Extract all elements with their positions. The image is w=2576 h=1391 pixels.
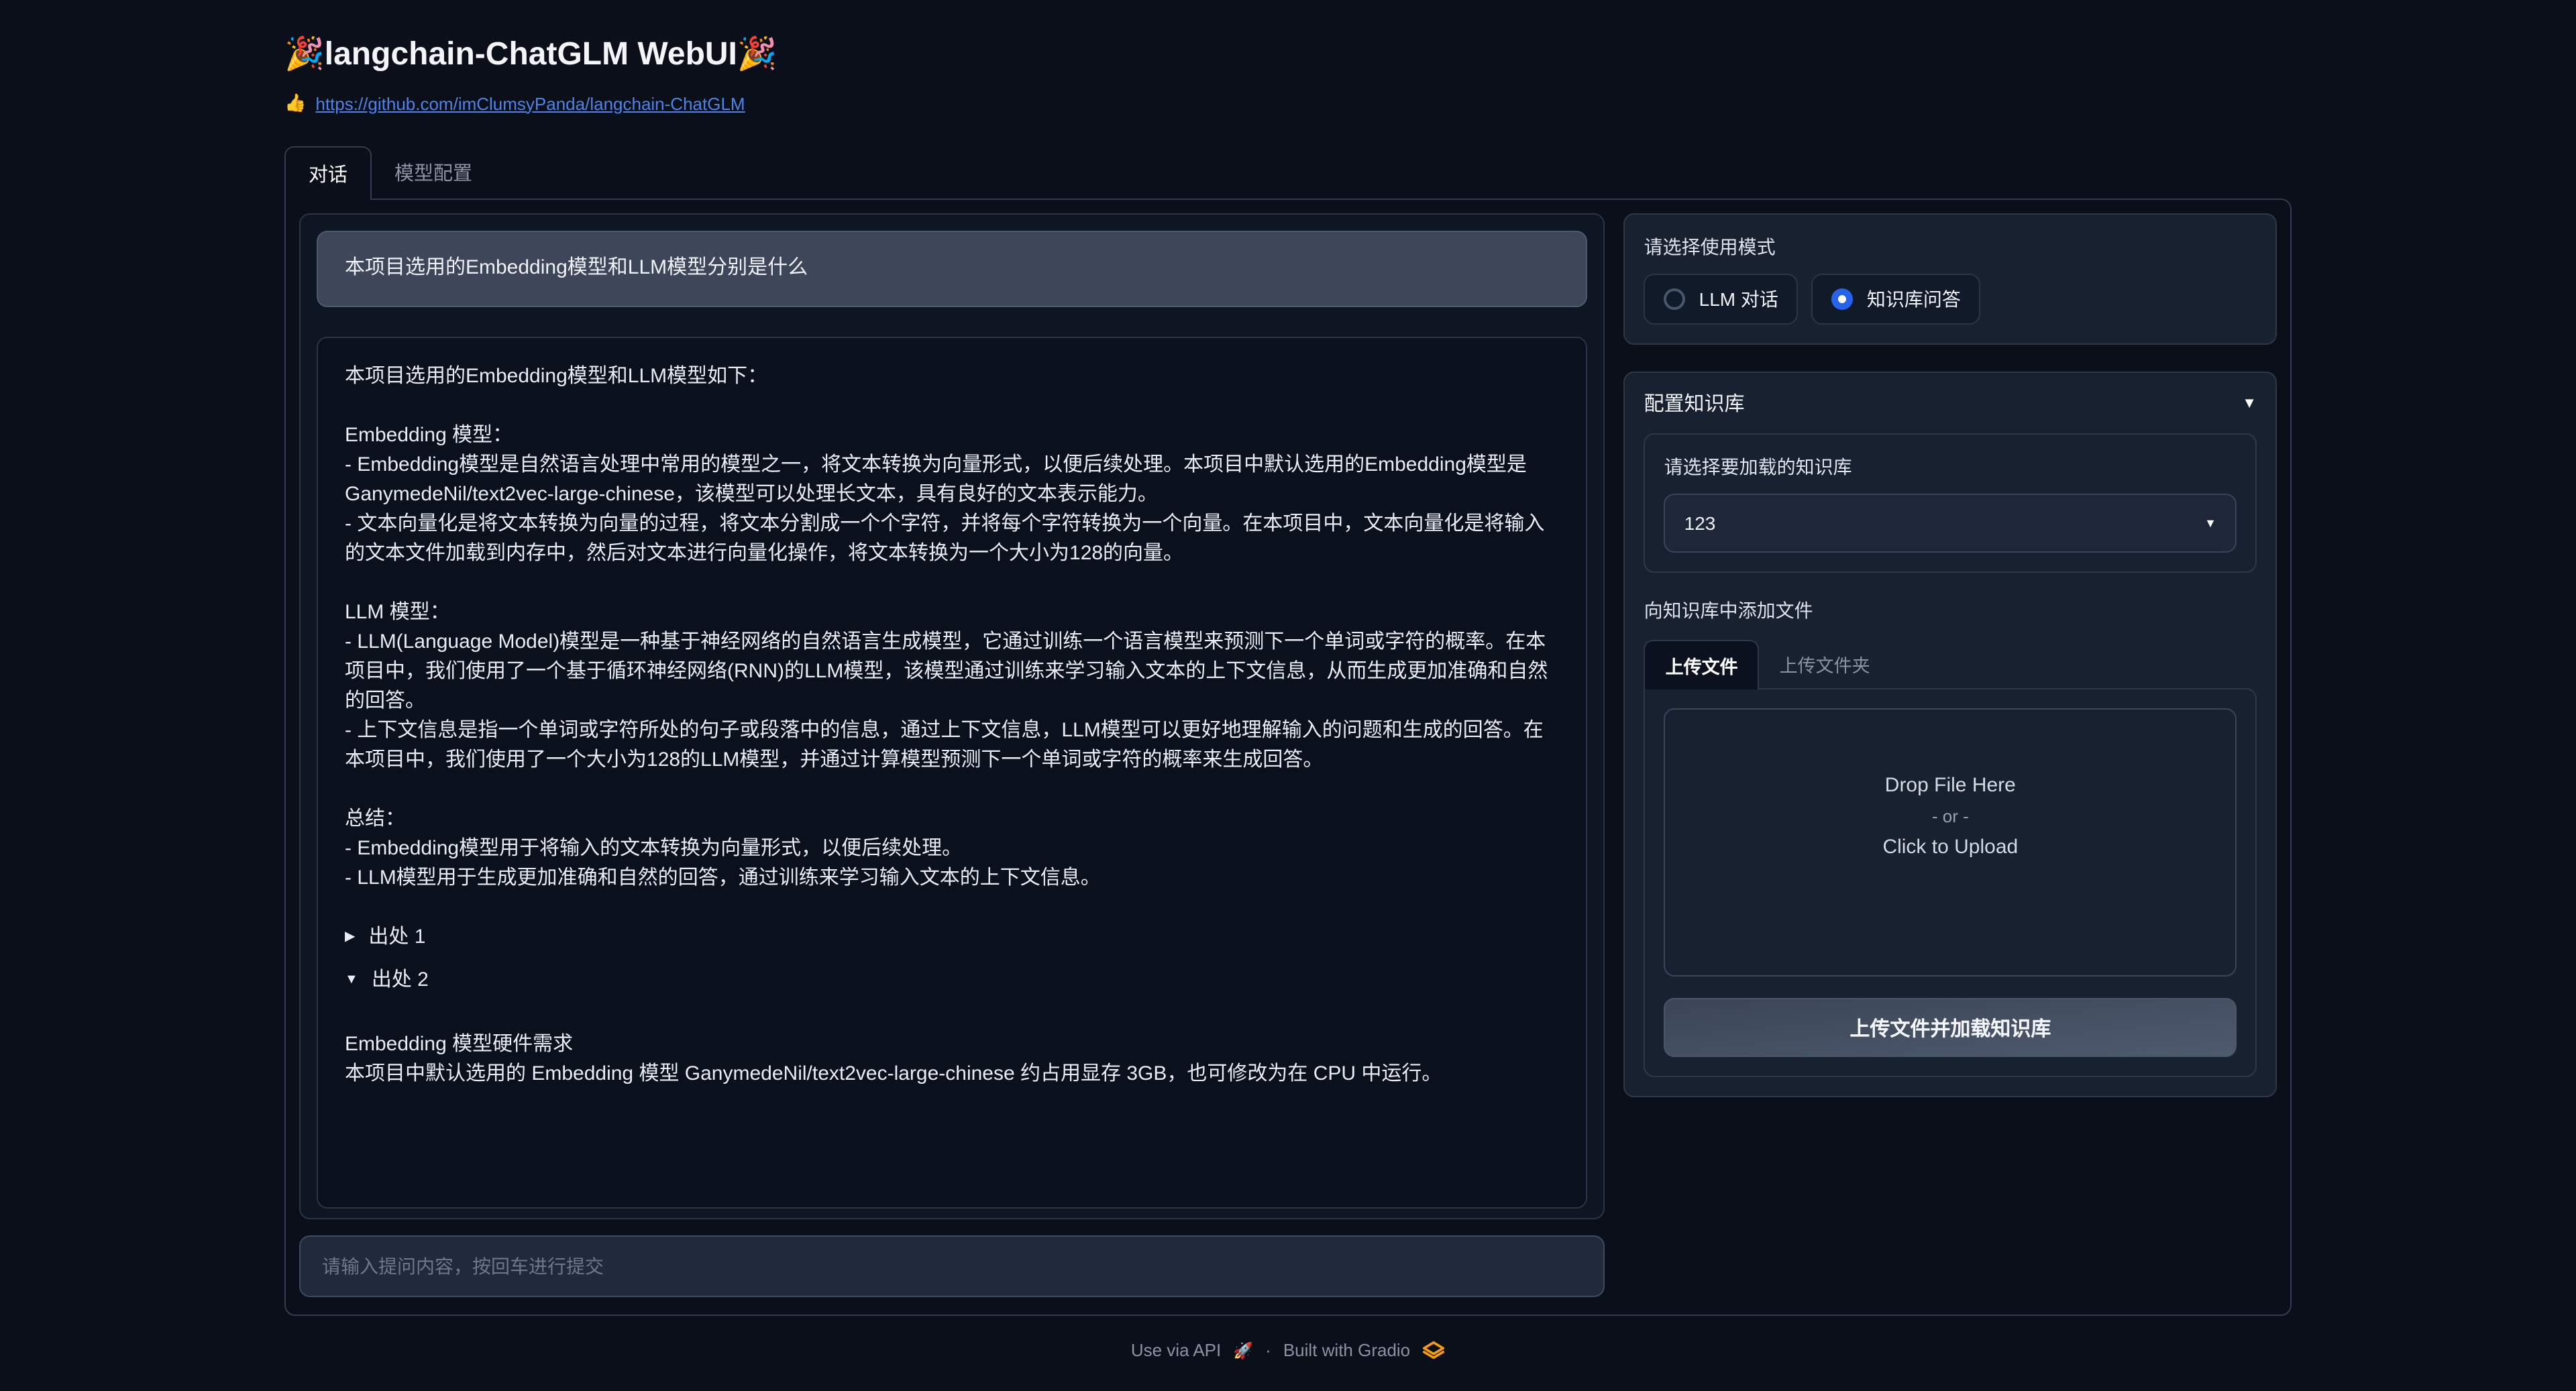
kb-panel-header[interactable]: 配置知识库 ▼ [1644,389,2257,417]
upload-tabnav: 上传文件 上传文件夹 [1644,640,2257,688]
tab-upload-file[interactable]: 上传文件 [1644,640,1760,689]
app-root: 🎉langchain-ChatGLM WebUI🎉 👍 https://gith… [0,0,2576,1391]
tab-model-config[interactable]: 模型配置 [372,146,495,199]
dropzone-line2: - or - [1932,805,1969,826]
knowledge-base-panel: 配置知识库 ▼ 请选择要加载的知识库 123 ▼ 向知识库中添加文件 上传文 [1624,372,2277,1097]
file-dropzone[interactable]: Drop File Here - or - Click to Upload [1664,708,2237,977]
kb-dropdown-value: 123 [1684,512,1716,534]
built-with-gradio-link[interactable]: Built with Gradio [1283,1340,1410,1360]
repo-row: 👍 https://github.com/imClumsyPanda/langc… [284,93,2292,114]
mode-radio-group: LLM 对话 知识库问答 [1644,274,2257,325]
source-2-content: Embedding 模型硬件需求 本项目中默认选用的 Embedding 模型 … [345,1031,1560,1090]
thumbs-up-icon: 👍 [284,93,306,114]
page-title: 🎉langchain-ChatGLM WebUI🎉 [284,35,2292,74]
settings-column: 请选择使用模式 LLM 对话 知识库问答 配置知识库 [1624,213,2277,1301]
use-via-api-link[interactable]: Use via API [1131,1340,1221,1360]
radio-knowledge-qa-label: 知识库问答 [1867,286,1961,313]
bot-paragraph: Embedding 模型： - Embedding模型是自然语言处理中常用的模型… [345,421,1560,568]
upload-and-load-kb-button[interactable]: 上传文件并加载知识库 [1664,998,2237,1057]
chat-input[interactable] [299,1235,1605,1297]
radio-unselected-icon [1664,288,1686,310]
radio-llm-chat[interactable]: LLM 对话 [1644,274,1799,325]
main-tabnav: 对话 模型配置 [284,146,2292,199]
upload-tab-panel: Drop File Here - or - Click to Upload 上传… [1644,688,2257,1077]
mode-panel-label: 请选择使用模式 [1644,233,2257,260]
chat-column: 本项目选用的Embedding模型和LLM模型分别是什么 本项目选用的Embed… [299,213,1605,1301]
collapsed-arrow-icon: ▶ [345,928,355,948]
source-2-label: 出处 2 [372,966,429,996]
gradio-logo-icon [1422,1340,1445,1360]
kb-select-box: 请选择要加载的知识库 123 ▼ [1644,433,2257,573]
user-message-bubble: 本项目选用的Embedding模型和LLM模型分别是什么 [317,231,1588,307]
footer-separator: · [1265,1340,1271,1360]
bot-paragraph: 本项目选用的Embedding模型和LLM模型如下： [345,361,1560,391]
dropzone-line3: Click to Upload [1882,835,2018,858]
collapse-icon: ▼ [2242,395,2257,411]
add-files-label: 向知识库中添加文件 [1644,597,2257,624]
radio-llm-chat-label: LLM 对话 [1699,286,1778,313]
source-1-toggle[interactable]: ▶ 出处 1 [345,923,1560,952]
chat-tab-panel: 本项目选用的Embedding模型和LLM模型分别是什么 本项目选用的Embed… [284,199,2292,1316]
rocket-icon: 🚀 [1233,1341,1253,1359]
kb-dropdown[interactable]: 123 ▼ [1664,494,2237,553]
repo-link[interactable]: https://github.com/imClumsyPanda/langcha… [315,93,745,113]
radio-selected-icon [1832,288,1854,310]
main-container: 🎉langchain-ChatGLM WebUI🎉 👍 https://gith… [284,0,2292,1360]
dropzone-line1: Drop File Here [1885,773,2016,796]
kb-panel-title: 配置知识库 [1644,389,1745,417]
mode-panel: 请选择使用模式 LLM 对话 知识库问答 [1624,213,2277,345]
radio-knowledge-qa[interactable]: 知识库问答 [1812,274,1981,325]
bot-message-bubble: 本项目选用的Embedding模型和LLM模型如下： Embedding 模型：… [317,336,1588,1208]
bot-paragraph: 总结： - Embedding模型用于将输入的文本转换为向量形式，以便后续处理。… [345,805,1560,893]
dropdown-caret-icon: ▼ [2204,516,2216,530]
expanded-arrow-icon: ▼ [345,971,358,991]
tab-upload-folder[interactable]: 上传文件夹 [1760,640,1890,688]
footer: Use via API 🚀 · Built with Gradio [284,1340,2292,1360]
kb-select-label: 请选择要加载的知识库 [1664,453,2237,480]
chatbot-window[interactable]: 本项目选用的Embedding模型和LLM模型分别是什么 本项目选用的Embed… [299,213,1605,1219]
source-1-label: 出处 1 [368,923,425,952]
bot-paragraph: LLM 模型： - LLM(Language Model)模型是一种基于神经网络… [345,598,1560,776]
source-2-toggle[interactable]: ▼ 出处 2 [345,966,1560,996]
tab-chat[interactable]: 对话 [284,146,372,200]
